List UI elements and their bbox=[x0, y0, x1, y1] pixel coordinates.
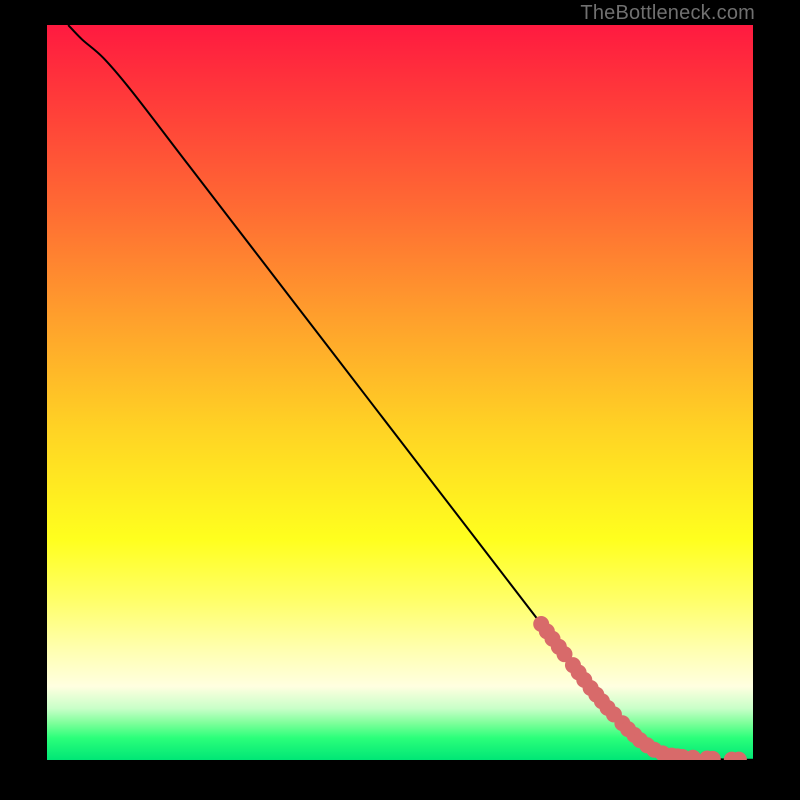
watermark-text: TheBottleneck.com bbox=[580, 2, 755, 25]
chart-overlay bbox=[47, 25, 753, 760]
data-markers bbox=[533, 616, 747, 760]
bottleneck-curve bbox=[68, 25, 753, 760]
chart-stage: TheBottleneck.com bbox=[0, 0, 800, 800]
plot-area bbox=[47, 25, 753, 760]
